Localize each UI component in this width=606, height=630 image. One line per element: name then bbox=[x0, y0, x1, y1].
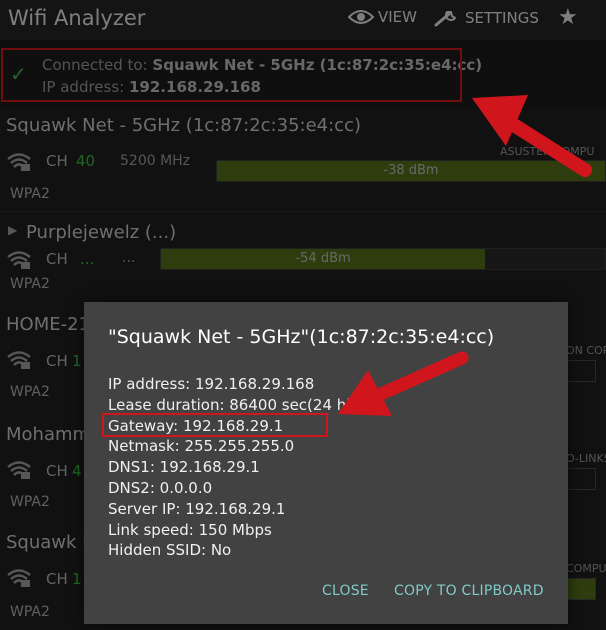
annotation-arrow-gateway bbox=[338, 351, 469, 416]
